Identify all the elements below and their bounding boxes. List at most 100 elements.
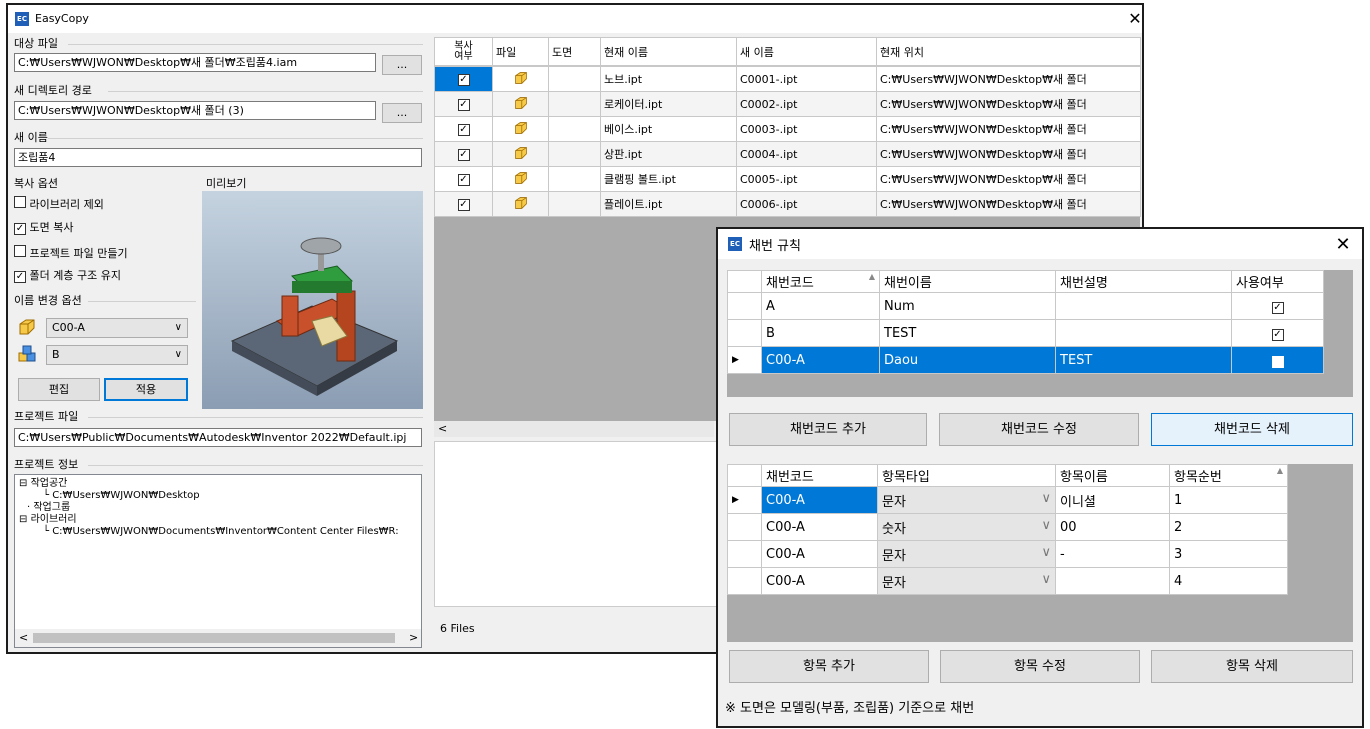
part-naming-combo[interactable]: C00-A ∨ xyxy=(46,318,188,338)
cell-code[interactable]: C00-A xyxy=(761,567,878,595)
cell-location[interactable]: C:₩Users₩WJWON₩Desktop₩새 폴더 xyxy=(876,141,1141,167)
edit-item-button[interactable]: 항목 수정 xyxy=(940,650,1140,683)
option-keep-hierarchy[interactable]: ✓ 폴더 계층 구조 유지 xyxy=(14,269,121,283)
header-item-order[interactable]: 항목순번 ▲ xyxy=(1169,464,1288,487)
cell-current-name[interactable]: 플레이트.ipt xyxy=(600,191,737,217)
cell-type-combo[interactable]: 문자 ∨ xyxy=(877,540,1056,568)
header-item-name[interactable]: 항목이름 xyxy=(1055,464,1170,487)
header-item-code[interactable]: 채번코드 xyxy=(761,464,878,487)
header-rule-name[interactable]: 채번이름 xyxy=(879,270,1056,293)
horizontal-scrollbar[interactable]: < > xyxy=(15,629,421,647)
cell-current-name[interactable]: 상판.ipt xyxy=(600,141,737,167)
apply-button[interactable]: 적용 xyxy=(104,378,188,401)
header-rule-use[interactable]: 사용여부 xyxy=(1231,270,1324,293)
cell-current-name[interactable]: 로케이터.ipt xyxy=(600,91,737,117)
table-row[interactable]: B TEST ✓ xyxy=(727,319,1324,347)
cell-code[interactable]: A xyxy=(761,292,880,320)
tree-node-workspace-path[interactable]: └ C:₩Users₩WJWON₩Desktop xyxy=(43,490,200,502)
exclude-library-checkbox[interactable] xyxy=(14,196,26,208)
cell-code[interactable]: C00-A xyxy=(761,346,880,374)
add-rule-code-button[interactable]: 채번코드 추가 xyxy=(729,413,927,446)
use-checkbox[interactable]: ✓ xyxy=(1271,328,1284,341)
option-exclude-library[interactable]: 라이브러리 제외 xyxy=(14,196,104,212)
use-checkbox[interactable]: ✓ xyxy=(1271,301,1284,314)
cell-new-name[interactable]: C0005-.ipt xyxy=(736,166,877,192)
cell-location[interactable]: C:₩Users₩WJWON₩Desktop₩새 폴더 xyxy=(876,91,1141,117)
cell-type-combo[interactable]: 문자 ∨ xyxy=(877,567,1056,595)
copy-checkbox[interactable]: ✓ xyxy=(457,124,470,136)
table-row[interactable]: ✓ 플레이트.ipt C0006-.ipt C:₩Users₩WJWON₩Deskto… xyxy=(434,191,1141,217)
grid-hscrollbar[interactable]: < xyxy=(434,421,714,437)
copy-checkbox[interactable]: ✓ xyxy=(457,199,470,211)
header-rule-desc[interactable]: 채번설명 xyxy=(1055,270,1232,293)
cell-desc[interactable]: TEST xyxy=(1055,346,1232,374)
tree-node-workspace[interactable]: ⊟ 작업공간 xyxy=(19,478,67,490)
cell-code[interactable]: C00-A xyxy=(761,486,878,514)
cell-type-combo[interactable]: 숫자 ∨ xyxy=(877,513,1056,541)
browse-dir-button[interactable]: ... xyxy=(382,103,422,123)
cell-current-name[interactable]: 베이스.ipt xyxy=(600,116,737,142)
header-item-type[interactable]: 항목타입 xyxy=(877,464,1056,487)
table-row[interactable]: C00-A 문자 ∨ - 3 xyxy=(727,540,1288,568)
header-drawing[interactable]: 도면 xyxy=(548,37,601,66)
cell-name[interactable]: Num xyxy=(879,292,1056,320)
cell-new-name[interactable]: C0001-.ipt xyxy=(736,66,877,92)
cell-name[interactable]: Daou xyxy=(879,346,1056,374)
table-row[interactable]: ✓ 베이스.ipt C0003-.ipt C:₩Users₩WJWON₩Desktop… xyxy=(434,116,1141,142)
copy-checkbox[interactable]: ✓ xyxy=(457,99,470,111)
browse-target-button[interactable]: ... xyxy=(382,55,422,75)
edit-button[interactable]: 편집 xyxy=(18,378,100,401)
header-rule-code[interactable]: 채번코드 ▲ xyxy=(761,270,880,293)
tree-node-library-path[interactable]: └ C:₩Users₩WJWON₩Documents₩Inventor₩Cont… xyxy=(43,526,399,538)
cell-order[interactable]: 1 xyxy=(1169,486,1288,514)
new-name-input[interactable]: 조립품4 xyxy=(14,148,422,167)
cell-desc[interactable] xyxy=(1055,319,1232,347)
cell-order[interactable]: 4 xyxy=(1169,567,1288,595)
cell-type-combo[interactable]: 문자 ∨ xyxy=(877,486,1056,514)
table-row[interactable]: ✓ 노브.ipt C0001-.ipt C:₩Users₩WJWON₩Desktop₩… xyxy=(434,66,1141,92)
cell-location[interactable]: C:₩Users₩WJWON₩Desktop₩새 폴더 xyxy=(876,66,1141,92)
cell-order[interactable]: 2 xyxy=(1169,513,1288,541)
delete-rule-code-button[interactable]: 채번코드 삭제 xyxy=(1151,413,1353,446)
option-make-project[interactable]: 프로젝트 파일 만들기 xyxy=(14,245,128,261)
cell-name[interactable]: TEST xyxy=(879,319,1056,347)
cell-order[interactable]: 3 xyxy=(1169,540,1288,568)
close-icon[interactable]: ✕ xyxy=(1328,231,1358,259)
edit-rule-code-button[interactable]: 채번코드 수정 xyxy=(939,413,1139,446)
add-item-button[interactable]: 항목 추가 xyxy=(729,650,929,683)
copy-checkbox[interactable]: ✓ xyxy=(457,174,470,186)
cell-item-name[interactable]: 이니셜 xyxy=(1055,486,1170,514)
cell-item-name[interactable] xyxy=(1055,567,1170,595)
header-location[interactable]: 현재 위치 xyxy=(876,37,1141,66)
close-icon[interactable]: ✕ xyxy=(1120,5,1150,33)
cell-current-name[interactable]: 클램핑 볼트.ipt xyxy=(600,166,737,192)
table-row[interactable]: ▶ C00-A 문자 ∨ 이니셜 1 xyxy=(727,486,1288,514)
keep-hierarchy-checkbox[interactable]: ✓ xyxy=(14,271,26,283)
header-new-name[interactable]: 새 이름 xyxy=(736,37,877,66)
table-row[interactable]: C00-A 숫자 ∨ 00 2 xyxy=(727,513,1288,541)
tree-node-library[interactable]: ⊟ 라이브러리 xyxy=(19,514,77,526)
option-copy-drawing[interactable]: ✓ 도면 복사 xyxy=(14,221,73,235)
table-row[interactable]: C00-A 문자 ∨ 4 xyxy=(727,567,1288,595)
use-checkbox[interactable]: ✓ xyxy=(1271,355,1284,368)
header-copy[interactable]: 복사 여부 xyxy=(434,37,493,66)
cell-code[interactable]: C00-A xyxy=(761,540,878,568)
cell-code[interactable]: C00-A xyxy=(761,513,878,541)
table-row[interactable]: A Num ✓ xyxy=(727,292,1324,320)
cell-item-name[interactable]: - xyxy=(1055,540,1170,568)
target-file-input[interactable]: C:₩Users₩WJWON₩Desktop₩새 폴더₩조립품4.iam xyxy=(14,53,376,72)
cell-new-name[interactable]: C0004-.ipt xyxy=(736,141,877,167)
tree-node-workgroup[interactable]: · 작업그룹 xyxy=(27,502,70,514)
table-row[interactable]: ✓ 로케이터.ipt C0002-.ipt C:₩Users₩WJWON₩Deskto… xyxy=(434,91,1141,117)
table-row-selected[interactable]: ▶ C00-A Daou TEST ✓ xyxy=(727,346,1324,374)
table-row[interactable]: ✓ 클램핑 볼트.ipt C0005-.ipt C:₩Users₩WJWON₩Desk… xyxy=(434,166,1141,192)
scroll-thumb[interactable] xyxy=(33,633,395,643)
table-row[interactable]: ✓ 상판.ipt C0004-.ipt C:₩Users₩WJWON₩Desktop₩… xyxy=(434,141,1141,167)
new-dir-input[interactable]: C:₩Users₩WJWON₩Desktop₩새 폴더 (3) xyxy=(14,101,376,120)
copy-checkbox[interactable]: ✓ xyxy=(457,74,470,86)
cell-new-name[interactable]: C0003-.ipt xyxy=(736,116,877,142)
cell-desc[interactable] xyxy=(1055,292,1232,320)
project-file-input[interactable]: C:₩Users₩Public₩Documents₩Autodesk₩Inven… xyxy=(14,428,422,447)
header-file[interactable]: 파일 xyxy=(492,37,549,66)
cell-new-name[interactable]: C0006-.ipt xyxy=(736,191,877,217)
